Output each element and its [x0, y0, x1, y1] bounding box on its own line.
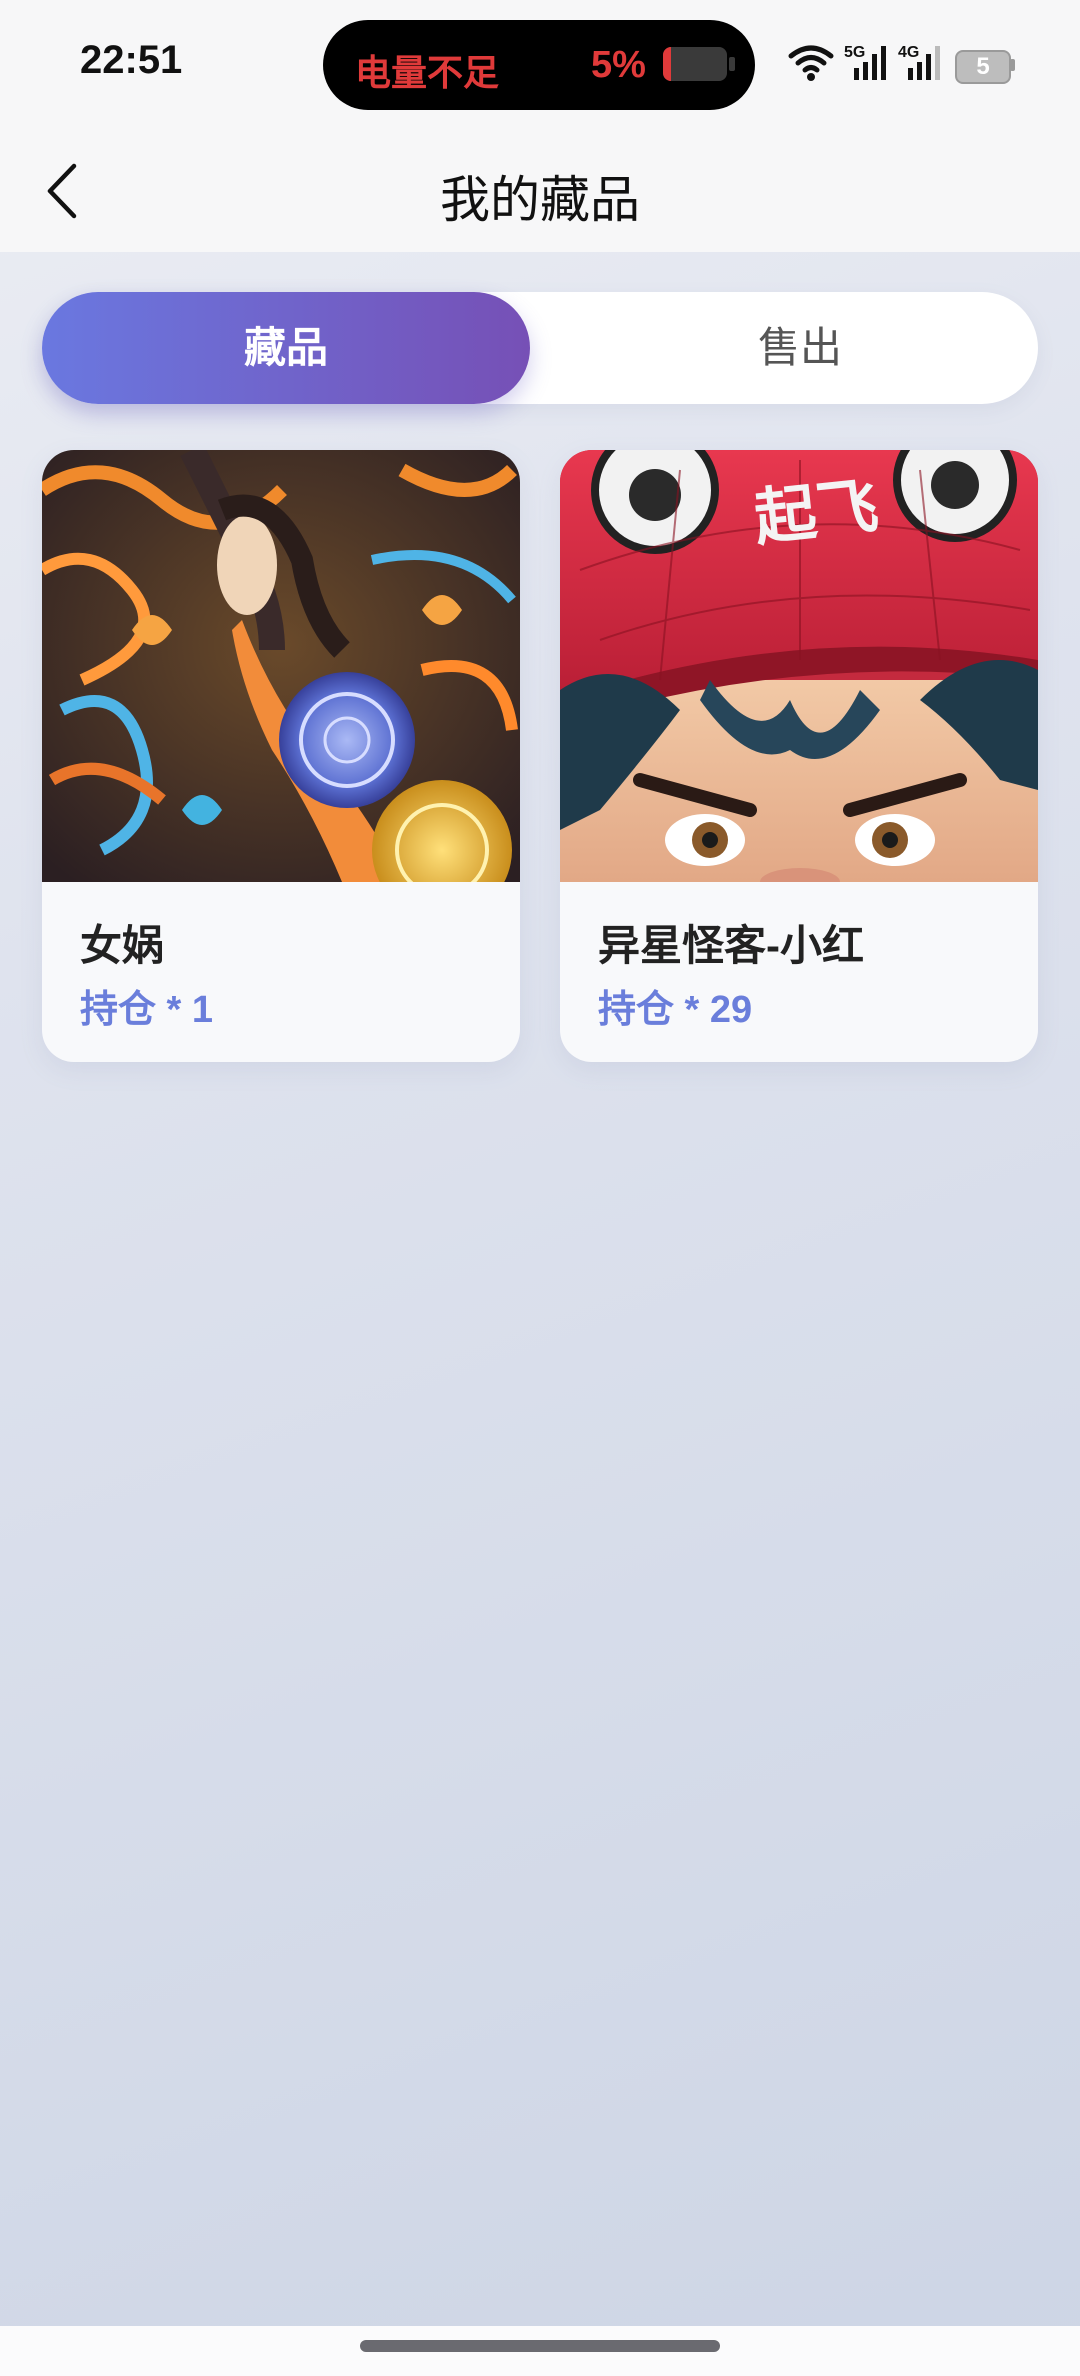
battery-icon: 5	[955, 50, 1011, 84]
tab-sold[interactable]: 售出	[562, 292, 1038, 404]
holding-count: 持仓 * 1	[80, 989, 214, 1031]
collection-card[interactable]: 女娲 持仓 * 1	[42, 450, 520, 1062]
collection-name: 异星怪客-小红	[598, 922, 864, 969]
collection-card[interactable]: 起飞 异星怪客-小红 持仓 * 29	[560, 450, 1038, 1062]
clock: 22:51	[80, 38, 183, 82]
battery-level-icon	[663, 47, 727, 81]
holding-count: 持仓 * 29	[598, 989, 753, 1031]
dynamic-island: 电量不足 5%	[323, 20, 755, 110]
signal-5g-icon	[854, 46, 886, 80]
signal-4g-icon	[908, 46, 940, 80]
collection-image	[42, 450, 520, 882]
wifi-icon	[788, 45, 834, 81]
status-bar: 22:51 电量不足 5% 5G 4G 5	[0, 0, 1080, 130]
hat-text: 起飞	[751, 469, 882, 555]
nav-bar: 我的藏品	[0, 130, 1080, 252]
collection-name: 女娲	[80, 922, 165, 969]
segment-tabs: 售出 藏品	[42, 292, 1038, 404]
tab-collection[interactable]: 藏品	[42, 292, 530, 404]
collection-image: 起飞	[560, 450, 1038, 882]
page-title: 我的藏品	[440, 172, 640, 228]
low-power-label: 电量不足	[355, 52, 500, 93]
home-indicator[interactable]	[360, 2340, 720, 2352]
battery-percent: 5%	[591, 44, 646, 86]
